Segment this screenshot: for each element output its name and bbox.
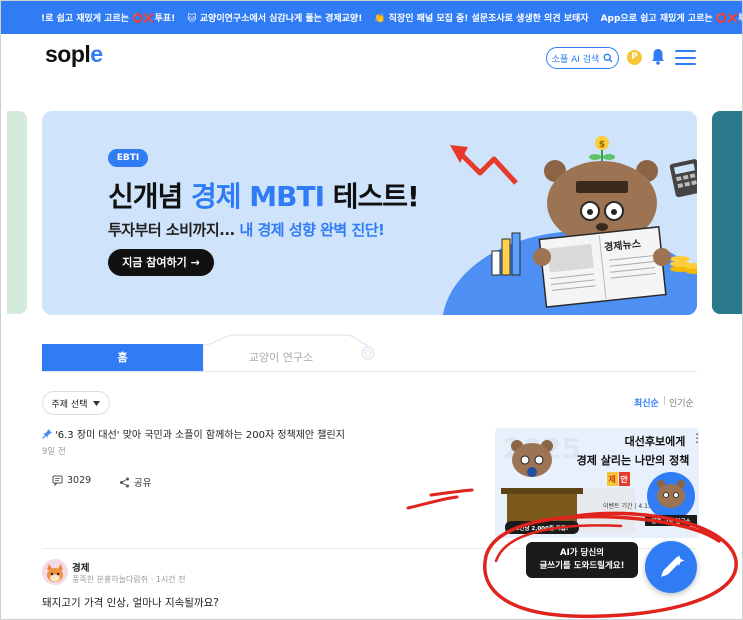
pin-icon [42, 429, 52, 439]
sort-latest[interactable]: 최신순 [634, 396, 659, 409]
ticker-item[interactable]: !로 쉽고 재밌게 고르는 ⭕❌투표! [41, 11, 175, 24]
sort-separator: | [663, 396, 667, 406]
share-button[interactable]: 공유 [119, 475, 151, 489]
topic-select[interactable]: 주제 선택 [42, 391, 110, 415]
svg-text:제: 제 [608, 474, 615, 484]
search-icon [603, 53, 613, 63]
ai-search-button[interactable]: 소플 AI 검색 [546, 47, 619, 69]
ticker-item[interactable]: 👏 직장인 패널 모집 중! 설문조사로 생생한 의견 보태자 [374, 11, 588, 24]
post-author: 풍족한 분홍하늘다람쥐 [72, 575, 149, 584]
tab-home[interactable]: 홈 [42, 344, 203, 372]
comment-count: 3029 [67, 475, 92, 486]
svg-text:대선후보에게: 대선후보에게 [625, 434, 686, 448]
logo-accent: e [90, 41, 103, 67]
carousel-next-card[interactable] [712, 111, 742, 314]
pen-sparkle-icon [661, 555, 685, 577]
policy-challenge-thumbnail[interactable]: 2025 대선후보에게 경제 살리는 나만의 정책 제 안 이벤트 기간 | 4… [495, 428, 699, 538]
logo-text: sopl [45, 41, 91, 67]
post-time: 1시간 전 [155, 575, 186, 584]
points-icon[interactable]: P [627, 50, 642, 65]
banner-title: 신개념 경제 MBTI 테스트! [108, 180, 420, 213]
app-frame: !로 쉽고 재밌게 고르는 ⭕❌투표! 🐱 교양이연구소에서 심감나게 풀는 경… [0, 0, 743, 620]
tab-lab[interactable]: 교양이 연구소 [203, 344, 359, 372]
logo[interactable]: sople [45, 41, 103, 68]
comments-button[interactable]: 3029 [52, 475, 91, 486]
banner-badge: EBTI [108, 149, 148, 167]
svg-text:$: $ [599, 140, 605, 150]
ai-writing-tooltip: AI가 당신의 글쓰기를 도와드릴게요! [526, 542, 638, 578]
topic-select-label: 주제 선택 [51, 399, 88, 410]
sort-popular[interactable]: 인기순 [669, 396, 694, 409]
carousel-prev-card[interactable] [7, 111, 27, 314]
caret-down-icon [93, 400, 101, 406]
ticker-item[interactable]: App으로 쉽고 재밌게 고르는 ⭕❌투표! [601, 11, 742, 24]
more-options-icon[interactable]: ⋮ [691, 431, 703, 445]
bell-icon[interactable] [651, 48, 665, 65]
svg-text:안: 안 [620, 474, 628, 484]
participate-button[interactable]: 지금 참여하기 → [108, 249, 214, 276]
post-title[interactable]: 돼지고기 가격 인상, 얼마나 지속될까요? [42, 595, 219, 610]
post-time: 9일 전 [42, 447, 66, 457]
post-category[interactable]: 경제 [72, 560, 89, 574]
announcement-ticker[interactable]: !로 쉽고 재밌게 고르는 ⭕❌투표! 🐱 교양이연구소에서 심감나게 풀는 경… [1, 1, 742, 34]
share-icon [120, 477, 129, 487]
tab-divider [42, 371, 697, 372]
ai-write-button[interactable] [645, 541, 697, 593]
hamburger-menu-icon[interactable] [675, 50, 696, 65]
ai-search-label: 소플 AI 검색 [551, 54, 600, 65]
svg-text:1인당 2,000원 지급!: 1인당 2,000원 지급! [516, 524, 569, 532]
svg-text:경제 살리는 나만의 정책: 경제 살리는 나만의 정책 [577, 453, 690, 467]
ticker-item[interactable]: 🐱 교양이연구소에서 심감나게 풀는 경제교양! [187, 11, 362, 24]
ebti-banner[interactable]: EBTI 신개념 경제 MBTI 테스트! 투자부터 소비까지... 내 경제 … [42, 111, 697, 315]
svg-text:경제 교양 연구소: 경제 교양 연구소 [651, 517, 690, 525]
banner-subtitle: 투자부터 소비까지... 내 경제 성향 완벽 진단! [108, 221, 385, 239]
squirrel-avatar-icon [47, 564, 63, 582]
avatar[interactable] [42, 559, 68, 585]
comment-icon [52, 475, 63, 486]
post-title[interactable]: '6.3 장미 대선' 맞아 국민과 소플이 함께하는 200자 정책제안 챌린… [42, 426, 345, 441]
post-meta: 풍족한 분홍하늘다람쥐 · 1시간 전 [72, 575, 186, 584]
bear-newspaper-illustration: $ 경제뉴스 [442, 136, 697, 315]
share-label: 공유 [134, 478, 152, 489]
